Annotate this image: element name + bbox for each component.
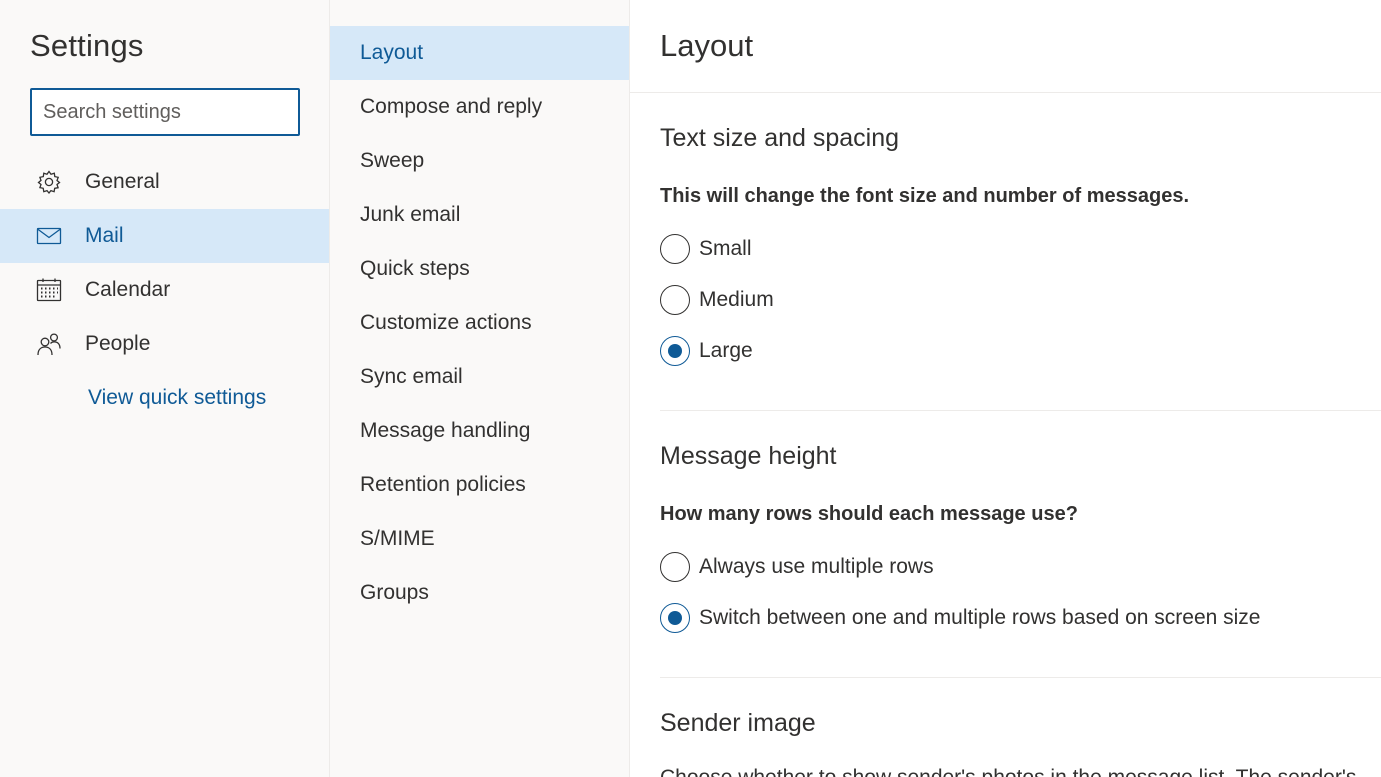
nav-item-general-label: General bbox=[85, 170, 160, 193]
settings-nav-pane: Settings General Mail bbox=[0, 0, 330, 777]
calendar-icon bbox=[36, 277, 62, 303]
radio-switch-rows[interactable] bbox=[660, 603, 690, 633]
view-quick-settings-link[interactable]: View quick settings bbox=[88, 386, 266, 410]
mail-icon bbox=[36, 223, 62, 249]
radio-small-label: Small bbox=[699, 237, 752, 260]
nav-item-calendar[interactable]: Calendar bbox=[0, 263, 329, 317]
message-height-description: How many rows should each message use? bbox=[660, 503, 1078, 525]
nav-item-mail-label: Mail bbox=[85, 224, 124, 247]
subnav-item-junk-email[interactable]: Junk email bbox=[330, 188, 629, 242]
nav-item-mail[interactable]: Mail bbox=[0, 209, 329, 263]
layout-settings-content: Layout Text size and spacing This will c… bbox=[630, 0, 1381, 777]
text-size-section: Text size and spacing This will change t… bbox=[660, 124, 1381, 384]
mail-subnav-pane: Layout Compose and reply Sweep Junk emai… bbox=[330, 0, 630, 777]
radio-switch-rows-label: Switch between one and multiple rows bas… bbox=[699, 606, 1261, 629]
radio-always-multiple-rows[interactable] bbox=[660, 552, 690, 582]
nav-item-calendar-label: Calendar bbox=[85, 278, 171, 301]
subnav-item-groups[interactable]: Groups bbox=[330, 566, 629, 620]
settings-title: Settings bbox=[30, 28, 144, 63]
mail-subnav-list: Layout Compose and reply Sweep Junk emai… bbox=[330, 26, 629, 620]
people-icon bbox=[36, 331, 62, 357]
text-size-title: Text size and spacing bbox=[660, 124, 900, 152]
radio-always-multiple-rows-label: Always use multiple rows bbox=[699, 555, 934, 578]
subnav-item-customize-actions[interactable]: Customize actions bbox=[330, 296, 629, 350]
radio-large-label: Large bbox=[699, 339, 753, 362]
header-divider bbox=[630, 92, 1381, 93]
subnav-item-message-handling[interactable]: Message handling bbox=[330, 404, 629, 458]
radio-large[interactable] bbox=[660, 336, 690, 366]
message-height-title: Message height bbox=[660, 442, 837, 470]
settings-category-list: General Mail Calendar People bbox=[0, 155, 329, 371]
section-divider bbox=[660, 677, 1381, 678]
message-height-option-switch[interactable]: Switch between one and multiple rows bas… bbox=[660, 603, 1260, 633]
gear-icon bbox=[36, 169, 62, 195]
subnav-item-smime[interactable]: S/MIME bbox=[330, 512, 629, 566]
subnav-item-sync-email[interactable]: Sync email bbox=[330, 350, 629, 404]
nav-item-people-label: People bbox=[85, 332, 151, 355]
message-height-option-multiple[interactable]: Always use multiple rows bbox=[660, 552, 934, 582]
text-size-option-small[interactable]: Small bbox=[660, 234, 752, 264]
text-size-option-large[interactable]: Large bbox=[660, 336, 753, 366]
radio-small[interactable] bbox=[660, 234, 690, 264]
nav-item-people[interactable]: People bbox=[0, 317, 329, 371]
text-size-description: This will change the font size and numbe… bbox=[660, 185, 1189, 207]
subnav-item-quick-steps[interactable]: Quick steps bbox=[330, 242, 629, 296]
nav-item-general[interactable]: General bbox=[0, 155, 329, 209]
page-title: Layout bbox=[660, 28, 754, 63]
subnav-item-compose-and-reply[interactable]: Compose and reply bbox=[330, 80, 629, 134]
sender-image-description: Choose whether to show sender's photos i… bbox=[660, 766, 1356, 777]
message-height-section: Message height How many rows should each… bbox=[660, 442, 1381, 652]
radio-medium[interactable] bbox=[660, 285, 690, 315]
subnav-item-layout[interactable]: Layout bbox=[330, 26, 629, 80]
radio-medium-label: Medium bbox=[699, 288, 774, 311]
text-size-option-medium[interactable]: Medium bbox=[660, 285, 774, 315]
sender-image-section: Sender image bbox=[660, 709, 1381, 749]
section-divider bbox=[660, 410, 1381, 411]
search-settings-input[interactable] bbox=[32, 90, 298, 134]
sender-image-title: Sender image bbox=[660, 709, 816, 737]
subnav-item-retention-policies[interactable]: Retention policies bbox=[330, 458, 629, 512]
subnav-item-sweep[interactable]: Sweep bbox=[330, 134, 629, 188]
search-settings-box[interactable] bbox=[30, 88, 300, 136]
